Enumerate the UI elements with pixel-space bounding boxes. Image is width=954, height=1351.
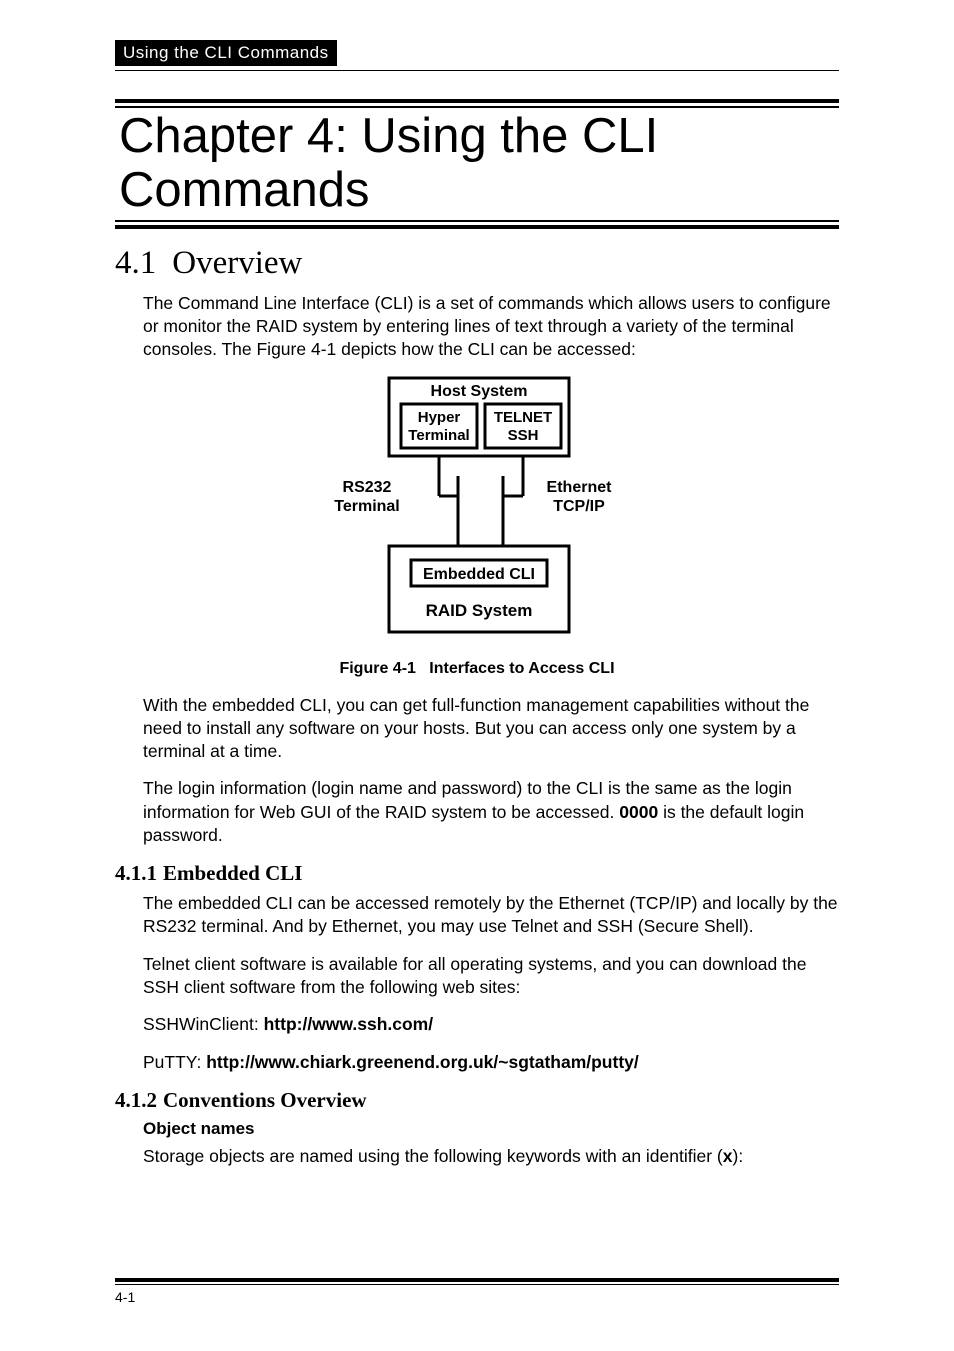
chapter-rule-bottom	[115, 220, 839, 229]
putty-label: PuTTY:	[143, 1052, 206, 1072]
text-run: Storage objects are named using the foll…	[143, 1146, 723, 1166]
subsection-number: 4.1.2	[115, 1088, 157, 1112]
subsection-title: Embedded CLI	[163, 861, 302, 885]
figure-label-ethernet: Ethernet	[547, 479, 613, 496]
paragraph: Storage objects are named using the foll…	[143, 1145, 839, 1168]
paragraph: Telnet client software is available for …	[143, 953, 839, 1000]
subsubsection-heading: Object names	[143, 1119, 839, 1139]
figure-label-telnet: TELNET	[494, 409, 552, 426]
paragraph: With the embedded CLI, you can get full-…	[143, 694, 839, 764]
subsection-number: 4.1.1	[115, 861, 157, 885]
figure-caption-title: Interfaces to Access CLI	[429, 660, 614, 677]
figure-label-embedded-cli: Embedded CLI	[423, 566, 535, 583]
ssh-client-url: http://www.ssh.com/	[264, 1014, 434, 1034]
figure-label-rs232-terminal: Terminal	[334, 498, 400, 515]
figure-label-rs232: RS232	[343, 479, 392, 496]
subsection-heading: 4.1.1Embedded CLI	[115, 861, 839, 886]
header-divider	[115, 70, 839, 71]
text-run: ):	[733, 1146, 744, 1166]
paragraph: The login information (login name and pa…	[143, 777, 839, 847]
paragraph: SSHWinClient: http://www.ssh.com/	[143, 1013, 839, 1036]
figure-caption: Figure 4-1 Interfaces to Access CLI	[115, 660, 839, 678]
page-footer: 4-1	[115, 1278, 839, 1305]
figure-label-ssh: SSH	[508, 427, 539, 444]
running-header: Using the CLI Commands	[115, 40, 337, 66]
footer-rule-thick	[115, 1278, 839, 1282]
subsection-title: Conventions Overview	[163, 1088, 367, 1112]
paragraph: The embedded CLI can be accessed remotel…	[143, 892, 839, 939]
figure-label-tcpip: TCP/IP	[553, 498, 605, 515]
footer-rule-thin	[115, 1284, 839, 1285]
figure-caption-label: Figure 4-1	[339, 660, 415, 677]
chapter-title: Chapter 4: Using the CLI Commands	[115, 108, 839, 220]
chapter-rule-top	[115, 99, 839, 108]
page-number: 4-1	[115, 1289, 839, 1305]
putty-url: http://www.chiark.greenend.org.uk/~sgtat…	[206, 1052, 639, 1072]
default-password: 0000	[619, 802, 658, 822]
identifier-placeholder: x	[723, 1146, 733, 1166]
paragraph: PuTTY: http://www.chiark.greenend.org.uk…	[143, 1051, 839, 1074]
ssh-client-label: SSHWinClient:	[143, 1014, 264, 1034]
figure-label-host: Host System	[431, 383, 528, 400]
figure-label-raid: RAID System	[426, 601, 533, 620]
section-title: Overview	[172, 245, 302, 282]
section-heading: 4.1 Overview	[115, 245, 839, 282]
figure-label-hyper: Hyper	[418, 409, 461, 426]
section-number: 4.1	[115, 245, 156, 282]
figure-label-terminal: Terminal	[408, 427, 469, 444]
subsection-heading: 4.1.2Conventions Overview	[115, 1088, 839, 1113]
paragraph: The Command Line Interface (CLI) is a se…	[143, 292, 839, 362]
figure: Host System Hyper Terminal TELNET SSH RS…	[115, 376, 839, 648]
